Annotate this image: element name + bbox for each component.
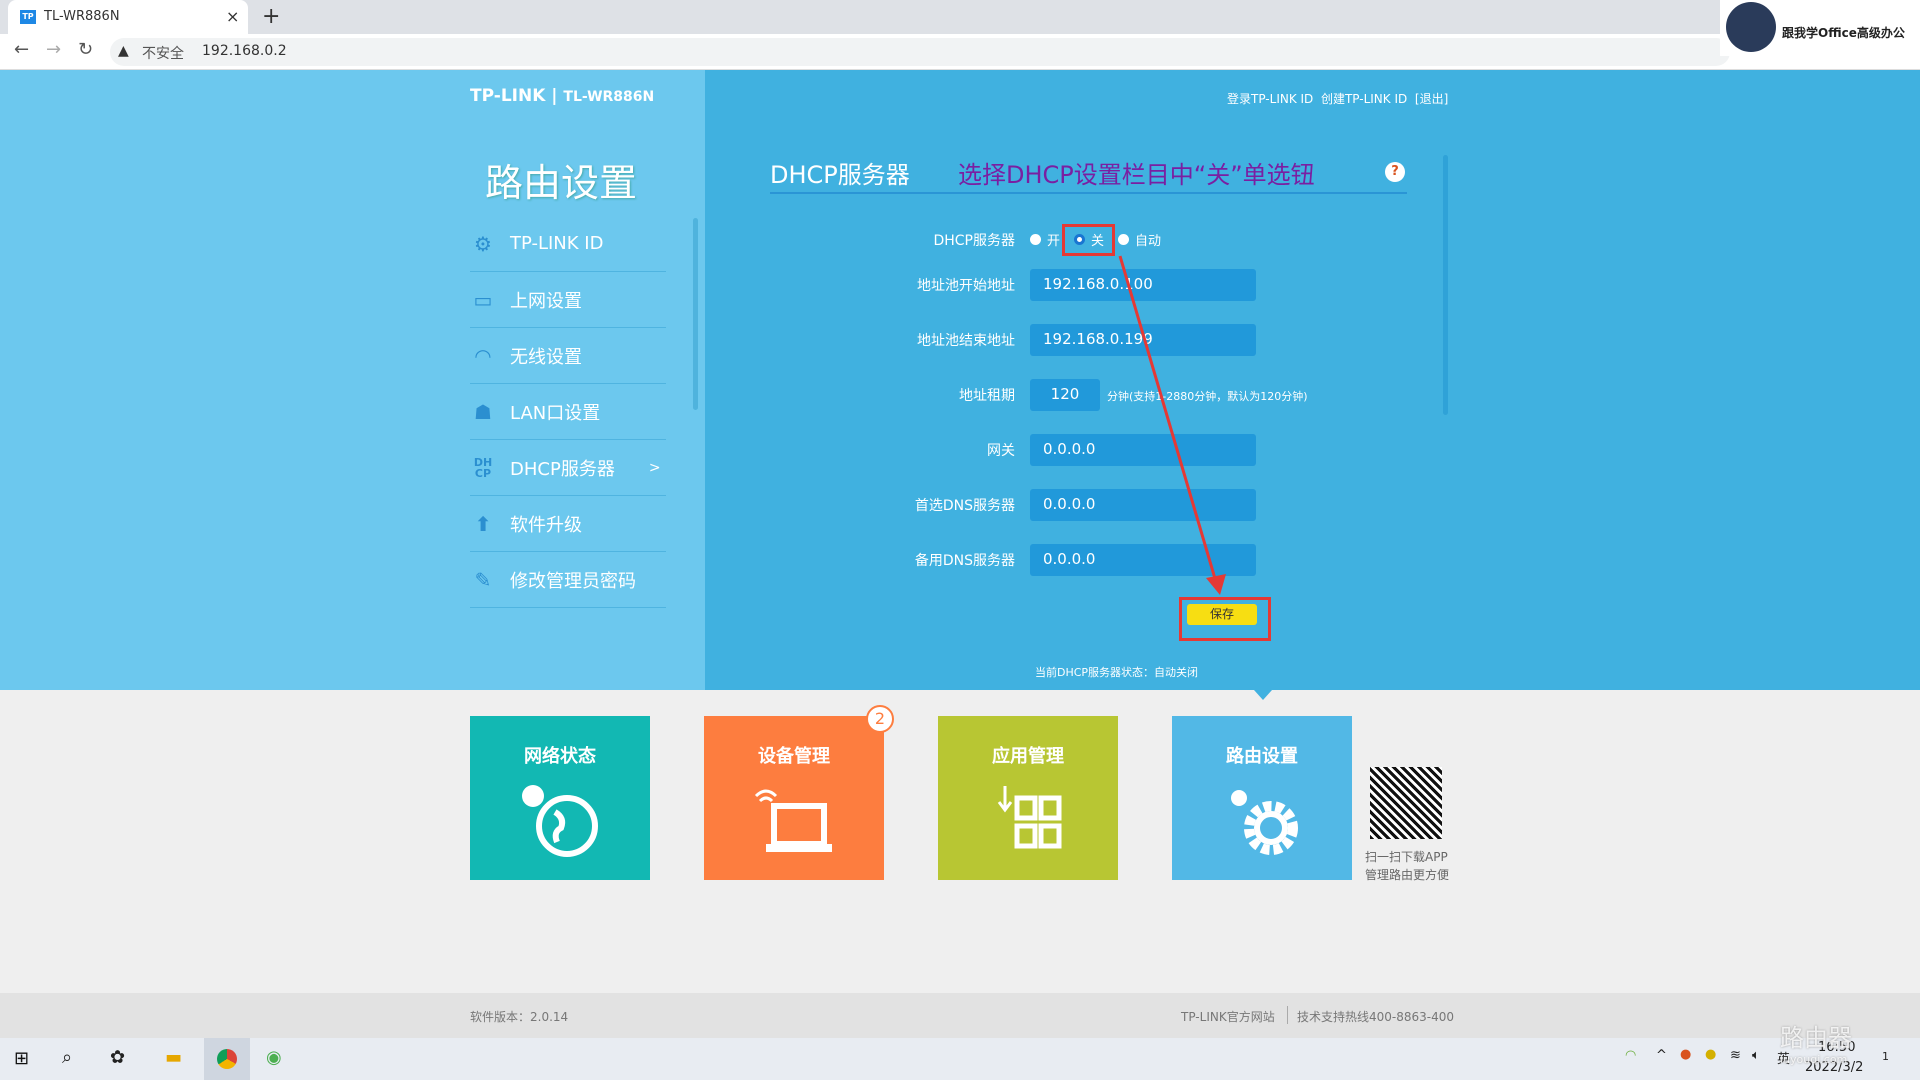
panel-pointer xyxy=(1254,690,1272,700)
close-tab-icon[interactable]: × xyxy=(226,7,239,26)
globe-icon xyxy=(522,785,598,857)
network-icon[interactable]: ≋ xyxy=(1730,1048,1741,1063)
notifications-icon[interactable]: 1 xyxy=(1882,1050,1889,1063)
tray-expand-icon[interactable]: ^ xyxy=(1656,1048,1667,1063)
avatar xyxy=(1726,2,1776,52)
windows-start-icon[interactable]: ⊞ xyxy=(14,1048,29,1069)
tab-bar: TP TL-WR886N × + xyxy=(0,0,1920,34)
tile-label: 设备管理 xyxy=(758,746,830,767)
qr-caption-2: 管理路由更方便 xyxy=(1365,868,1450,882)
back-icon[interactable]: ← xyxy=(14,39,29,60)
tile-label: 路由设置 xyxy=(1226,746,1298,767)
tile-router-settings[interactable]: 路由设置 xyxy=(1172,716,1352,880)
support-hotline: 技术支持热线400-8863-400 xyxy=(1297,1010,1455,1024)
gears-icon xyxy=(1231,790,1298,855)
router-page: TP-LINK | TL-WR886N 路由设置 ⚙ TP-LINK ID ▭ 上网… xyxy=(0,70,1920,690)
device-count-badge: 2 xyxy=(866,705,894,733)
search-icon[interactable]: ⌕ xyxy=(62,1047,72,1068)
chrome-taskbar-button[interactable] xyxy=(204,1038,250,1080)
tile-label: 网络状态 xyxy=(524,746,596,767)
dhcp-status: 当前DHCP服务器状态：自动关闭 xyxy=(1035,666,1199,679)
file-explorer-icon[interactable]: ▬ xyxy=(165,1047,182,1068)
arrow-head xyxy=(1206,574,1226,595)
green-app-icon[interactable]: ◉ xyxy=(266,1047,282,1068)
arrow-line xyxy=(1118,255,1218,583)
software-version: 软件版本：2.0.14 xyxy=(470,1010,569,1024)
official-site-link[interactable]: TP-LINK官方网站 xyxy=(1181,1008,1275,1025)
insecure-label: 不安全 xyxy=(142,46,184,62)
warning-icon: ▲ xyxy=(118,43,129,59)
tile-device-management[interactable]: 设备管理 xyxy=(704,716,884,880)
tray-app2-icon[interactable]: ● xyxy=(1705,1047,1716,1062)
taskbar: ⊞ ⌕ ✿ ▬ ◉ ◠ ^ ● ● ≋ 🔈︎ 英 16:50 2022/3/2 … xyxy=(0,1038,1920,1080)
apps-grid-icon xyxy=(997,786,1062,849)
tray-app-icon[interactable]: ● xyxy=(1680,1047,1691,1062)
tile-label: 应用管理 xyxy=(992,746,1064,767)
wifi-tray-icon[interactable]: ◠ xyxy=(1625,1048,1636,1063)
url-text: 192.168.0.2 xyxy=(202,43,287,59)
reload-icon[interactable]: ↻ xyxy=(78,39,93,60)
qr-caption-1: 扫一扫下载APP xyxy=(1365,850,1448,864)
tile-app-management[interactable]: 应用管理 xyxy=(938,716,1118,880)
address-bar-row: ← → ↻ ▲ 不安全 192.168.0.2 xyxy=(0,34,1920,70)
volume-icon[interactable]: 🔈︎ xyxy=(1752,1048,1760,1063)
channel-name: 跟我学Office高级办公 xyxy=(1782,26,1905,40)
tile-network-status[interactable]: 网络状态 xyxy=(470,716,650,880)
annotation-arrow xyxy=(1118,255,1226,595)
tab-title: TL-WR886N xyxy=(44,9,120,24)
browser-tab[interactable]: TP TL-WR886N × xyxy=(8,0,248,34)
channel-overlay: 跟我学Office高级办公 xyxy=(1720,0,1920,56)
footer: 软件版本：2.0.14 TP-LINK官方网站 技术支持热线400-8863-4… xyxy=(0,993,1920,1038)
laptop-wifi-icon xyxy=(754,789,832,852)
watermark-sub: luyouqi.com xyxy=(1780,1053,1848,1066)
footer-divider xyxy=(1287,1006,1288,1024)
app-icon[interactable]: ✿ xyxy=(110,1047,125,1068)
qr-code xyxy=(1370,767,1442,839)
chrome-icon xyxy=(217,1049,237,1069)
favicon-icon: TP xyxy=(20,10,36,24)
qr-caption: 扫一扫下载APP 管理路由更方便 xyxy=(1365,848,1449,884)
forward-icon[interactable]: → xyxy=(46,39,61,60)
new-tab-button[interactable]: + xyxy=(262,4,280,29)
watermark-text: 路由器 xyxy=(1780,1024,1852,1052)
watermark: 路由器 luyouqi.com xyxy=(1780,1018,1852,1066)
url-input[interactable]: ▲ 不安全 192.168.0.2 xyxy=(110,38,1730,66)
